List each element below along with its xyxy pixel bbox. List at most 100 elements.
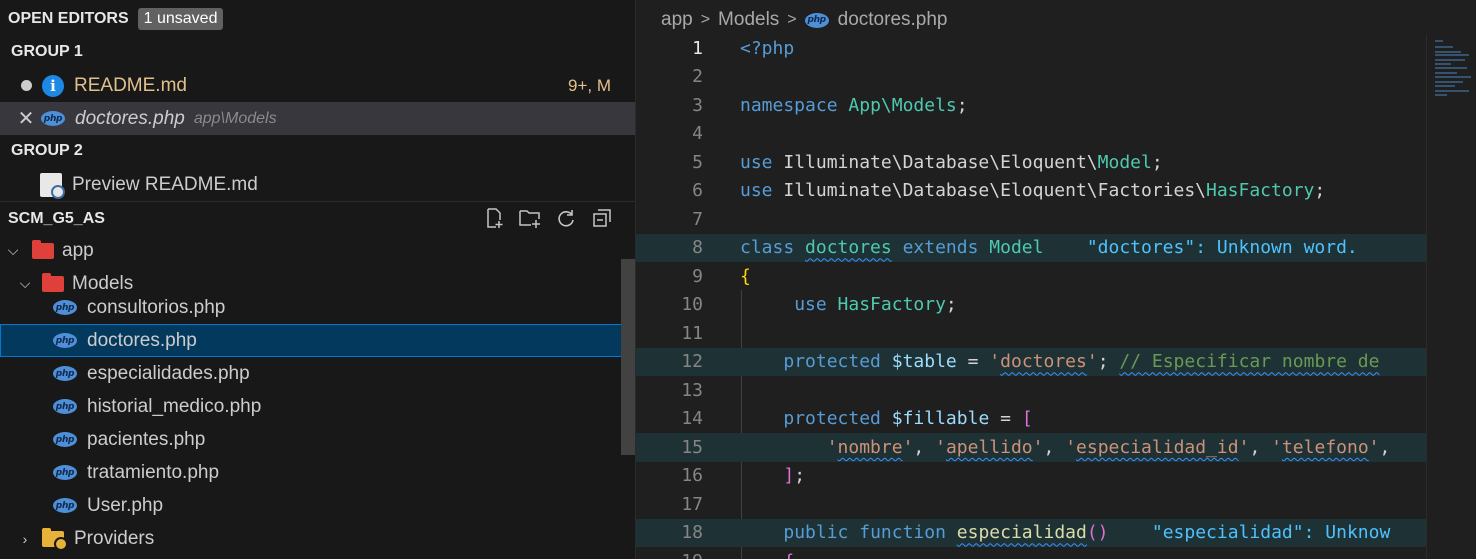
code-line[interactable]: 5 use Illuminate\Database\Eloquent\Model… [636,148,1426,177]
keyword: use [740,151,773,173]
php-file-icon: php [53,300,77,315]
code-line[interactable]: 4 [636,120,1426,149]
class-name: HasFactory [1206,180,1315,202]
open-editor-preview-name: Preview README.md [72,173,258,195]
open-editors-title: OPEN EDITORS [8,9,129,27]
chevron-down-icon: ⌵ [7,242,19,258]
breadcrumb-models[interactable]: Models [718,9,779,31]
tree-folder-app[interactable]: ⌵ app [0,234,635,267]
class-name: Model [989,237,1044,259]
php-file-icon: php [53,498,77,513]
code-line[interactable]: 13 [636,376,1426,405]
line-number: 1 [692,37,703,59]
open-editor-preview[interactable]: Preview README.md [0,168,635,201]
line-number: 3 [692,94,703,116]
tree-file[interactable]: php User.php [0,489,635,522]
tree-file[interactable]: php especialidades.php [0,357,635,390]
line-number: 4 [692,123,703,145]
open-editors-header[interactable]: OPEN EDITORS 1 unsaved [0,2,635,35]
minimap-line [1435,72,1457,74]
line-number: 5 [692,151,703,173]
code-line[interactable]: 12 protected $table = 'doctores'; // Esp… [636,347,1426,376]
minimap-line [1435,90,1469,92]
code-line[interactable]: 14 protected $fillable = [ [636,405,1426,434]
code-line[interactable]: 2 [636,63,1426,92]
php-file-icon: php [41,111,65,126]
workspace-title: SCM_G5_AS [8,209,105,227]
string-value: nombre [837,436,903,458]
folder-open-icon [42,272,64,292]
code-line[interactable]: 17 [636,490,1426,519]
line-number: 13 [681,379,703,401]
open-editor-doctores-name: doctores.php [75,107,185,129]
tree-file[interactable]: php historial_medico.php [0,390,635,423]
code-area[interactable]: 1 <?php 2 3 namespace App\Models; 4 5 us… [636,34,1426,559]
keyword: use [794,294,827,316]
code-line[interactable]: 3 namespace App\Models; [636,91,1426,120]
minimap-line [1435,59,1465,61]
refresh-icon[interactable] [554,206,578,230]
code-line[interactable]: 19 { [636,547,1426,559]
tree-file[interactable]: php consultorios.php [0,291,635,324]
breadcrumb: app > Models > php doctores.php [661,7,948,33]
code-line[interactable]: 7 [636,205,1426,234]
line-content: { [740,551,794,559]
group-2-label: GROUP 2 [11,142,83,159]
minimap-line [1435,81,1463,83]
code-line[interactable]: 10 use HasFactory; [636,291,1426,320]
minimap-line [1435,76,1471,78]
function-name: especialidad [956,522,1087,544]
open-editor-doctores[interactable]: ✕ php doctores.php app\Models [0,102,635,135]
namespace-path: Illuminate\Database\Eloquent\ [783,151,1098,173]
code-line[interactable]: 18 public function especialidad() "espec… [636,518,1426,547]
breadcrumb-app[interactable]: app [661,9,693,31]
tree-file-selected[interactable]: php doctores.php [0,324,635,357]
tree-file-label: doctores.php [87,329,197,351]
unsaved-dot-icon[interactable] [21,80,32,91]
line-number: 7 [692,208,703,230]
code-editor[interactable]: app > Models > php doctores.php 1 <?php … [635,0,1476,559]
line-number: 2 [692,66,703,88]
line-content: use Illuminate\Database\Eloquent\Model; [740,151,1163,173]
line-number: 17 [681,493,703,515]
code-line[interactable]: 16 ]; [636,462,1426,491]
code-line[interactable]: 6 use Illuminate\Database\Eloquent\Facto… [636,177,1426,206]
tree-file-label: pacientes.php [87,428,206,450]
minimap[interactable] [1426,34,1476,559]
new-file-icon[interactable] [482,206,506,230]
open-editor-readme[interactable]: i README.md 9+, M [0,69,635,102]
close-icon[interactable]: ✕ [17,106,35,131]
line-content: use Illuminate\Database\Eloquent\Factori… [740,180,1326,202]
code-line[interactable]: 15 'nombre', 'apellido', 'especialidad_i… [636,433,1426,462]
open-editor-readme-name: README.md [74,74,187,96]
code-line[interactable]: 9 { [636,262,1426,291]
open-editor-doctores-path: app\Models [193,109,277,127]
php-file-icon: php [53,399,77,414]
tree-file-label: User.php [87,494,164,516]
minimap-line [1435,67,1467,69]
tree-file[interactable]: php pacientes.php [0,423,635,456]
tree-folder-providers[interactable]: › Providers [0,522,635,555]
line-content: use HasFactory; [794,294,957,316]
php-file-icon: php [53,432,77,447]
code-line[interactable]: 8 class doctores extends Model "doctores… [636,233,1426,262]
code-line[interactable]: 1 <?php [636,34,1426,63]
new-folder-icon[interactable] [518,206,542,230]
line-content: namespace App\Models; [740,94,968,116]
line-number: 11 [681,322,703,344]
minimap-line [1435,85,1455,87]
breadcrumb-file[interactable]: doctores.php [838,9,948,31]
tree-file-label: consultorios.php [87,296,226,318]
php-file-icon: php [804,12,829,28]
line-number: 10 [681,294,703,316]
keyword: public [783,522,849,544]
line-number: 18 [681,522,703,544]
string-value: apellido [945,436,1033,458]
line-content: ]; [783,465,806,487]
inline-diagnostic: "doctores": Unknown word. [1086,237,1358,259]
collapse-all-icon[interactable] [590,206,614,230]
code-line[interactable]: 11 [636,319,1426,348]
tree-file[interactable]: php tratamiento.php [0,456,635,489]
unsaved-badge: 1 unsaved [137,7,224,30]
sidebar-scrollbar[interactable] [621,259,635,455]
